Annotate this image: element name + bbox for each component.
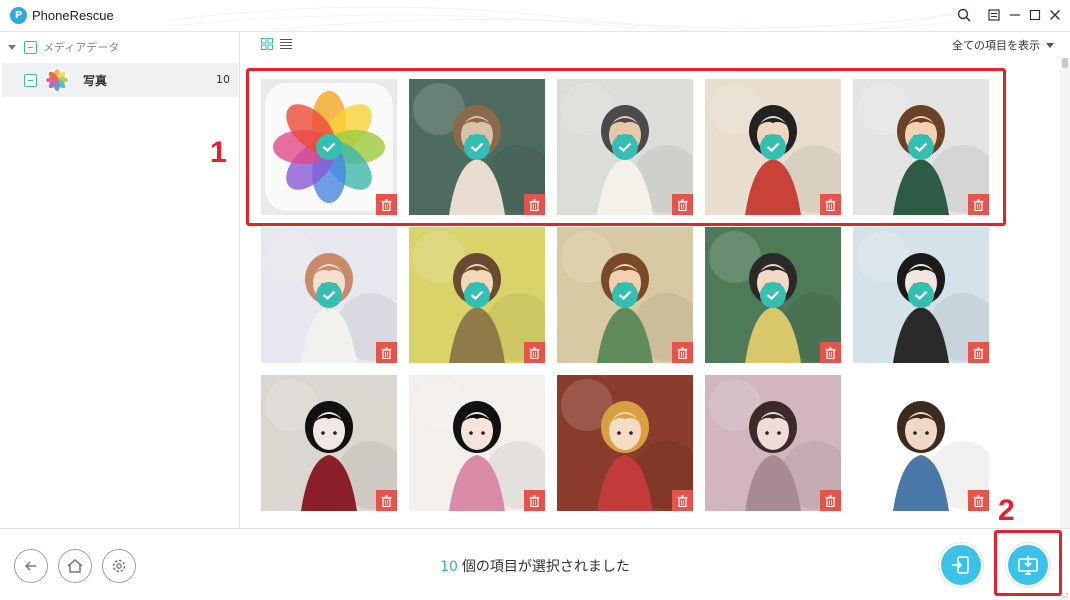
checkmark-icon[interactable] xyxy=(908,282,934,308)
search-button[interactable] xyxy=(955,6,973,24)
checkmark-icon[interactable] xyxy=(760,282,786,308)
selection-count: 10 xyxy=(440,559,458,575)
sidebar-item-count: 10 xyxy=(216,73,230,86)
app-logo-icon: P xyxy=(10,7,27,24)
trash-icon[interactable] xyxy=(968,490,989,511)
list-view-icon[interactable] xyxy=(280,38,292,50)
photos-app-icon xyxy=(45,68,69,92)
photo-thumbnail[interactable] xyxy=(705,375,841,511)
maximize-button[interactable] xyxy=(1026,6,1044,24)
photo-thumbnail[interactable] xyxy=(853,375,989,511)
photo-thumbnail[interactable] xyxy=(705,227,841,363)
annotation-box-1 xyxy=(246,68,1006,226)
trash-icon[interactable] xyxy=(820,342,841,363)
trash-icon[interactable] xyxy=(524,490,545,511)
chevron-down-icon xyxy=(1046,42,1054,48)
selection-status-text: 個の項目が選択されました xyxy=(461,559,630,575)
photo-thumbnail[interactable] xyxy=(853,227,989,363)
selection-status: 10 個の項目が選択されました xyxy=(0,556,1070,576)
checkmark-icon[interactable] xyxy=(316,282,342,308)
photo-thumbnail[interactable] xyxy=(557,375,693,511)
photo-thumbnail[interactable] xyxy=(261,375,397,511)
scrollbar-thumb[interactable] xyxy=(1062,58,1068,68)
root-checkbox[interactable] xyxy=(24,40,37,54)
photo-thumbnail[interactable] xyxy=(261,227,397,363)
trash-icon[interactable] xyxy=(376,342,397,363)
app-title: PhoneRescue xyxy=(32,8,114,23)
tree-root-label: メディアデータ xyxy=(43,41,120,54)
chevron-down-icon[interactable] xyxy=(8,44,16,50)
trash-icon[interactable] xyxy=(672,490,693,511)
trash-icon[interactable] xyxy=(672,342,693,363)
title-bar-decoration xyxy=(170,5,970,32)
filter-dropdown[interactable]: 全ての項目を表示 xyxy=(952,37,1054,53)
photo-thumbnail[interactable] xyxy=(409,375,545,511)
search-icon xyxy=(957,8,971,22)
recover-to-device-button[interactable] xyxy=(938,542,984,588)
checkmark-icon[interactable] xyxy=(612,282,638,308)
trash-icon[interactable] xyxy=(376,490,397,511)
close-button[interactable] xyxy=(1046,6,1064,24)
title-bar: P PhoneRescue xyxy=(0,0,1070,32)
to-device-icon xyxy=(952,556,969,574)
sidebar: メディアデータ 写真 10 xyxy=(0,32,240,528)
scrollbar[interactable] xyxy=(1060,58,1070,528)
annotation-number-2: 2 xyxy=(998,494,1015,527)
bottom-bar: 10 個の項目が選択されました xyxy=(0,528,1070,600)
trash-icon[interactable] xyxy=(968,342,989,363)
grid-view-icon[interactable] xyxy=(261,38,273,50)
annotation-box-2 xyxy=(994,530,1062,596)
close-icon xyxy=(1050,10,1060,20)
photo-thumbnail[interactable] xyxy=(409,227,545,363)
photos-checkbox[interactable] xyxy=(24,73,37,87)
recover-to-device-inner xyxy=(941,545,981,585)
photo-thumbnail[interactable] xyxy=(557,227,693,363)
content-toolbar: 全ての項目を表示 xyxy=(241,32,1070,58)
minimize-button[interactable] xyxy=(1006,6,1024,24)
sidebar-item-label: 写真 xyxy=(83,73,108,88)
tree-root-media-data[interactable]: メディアデータ xyxy=(8,38,119,56)
maximize-icon xyxy=(1029,9,1041,21)
checkmark-icon[interactable] xyxy=(464,282,490,308)
filter-label: 全ての項目を表示 xyxy=(952,39,1040,52)
trash-icon[interactable] xyxy=(820,490,841,511)
menu-button[interactable] xyxy=(985,6,1003,24)
sidebar-item-photos[interactable]: 写真 10 xyxy=(2,63,238,97)
minimize-icon xyxy=(1010,14,1020,16)
annotation-number-1: 1 xyxy=(210,136,227,169)
menu-icon xyxy=(988,9,1000,21)
trash-icon[interactable] xyxy=(524,342,545,363)
